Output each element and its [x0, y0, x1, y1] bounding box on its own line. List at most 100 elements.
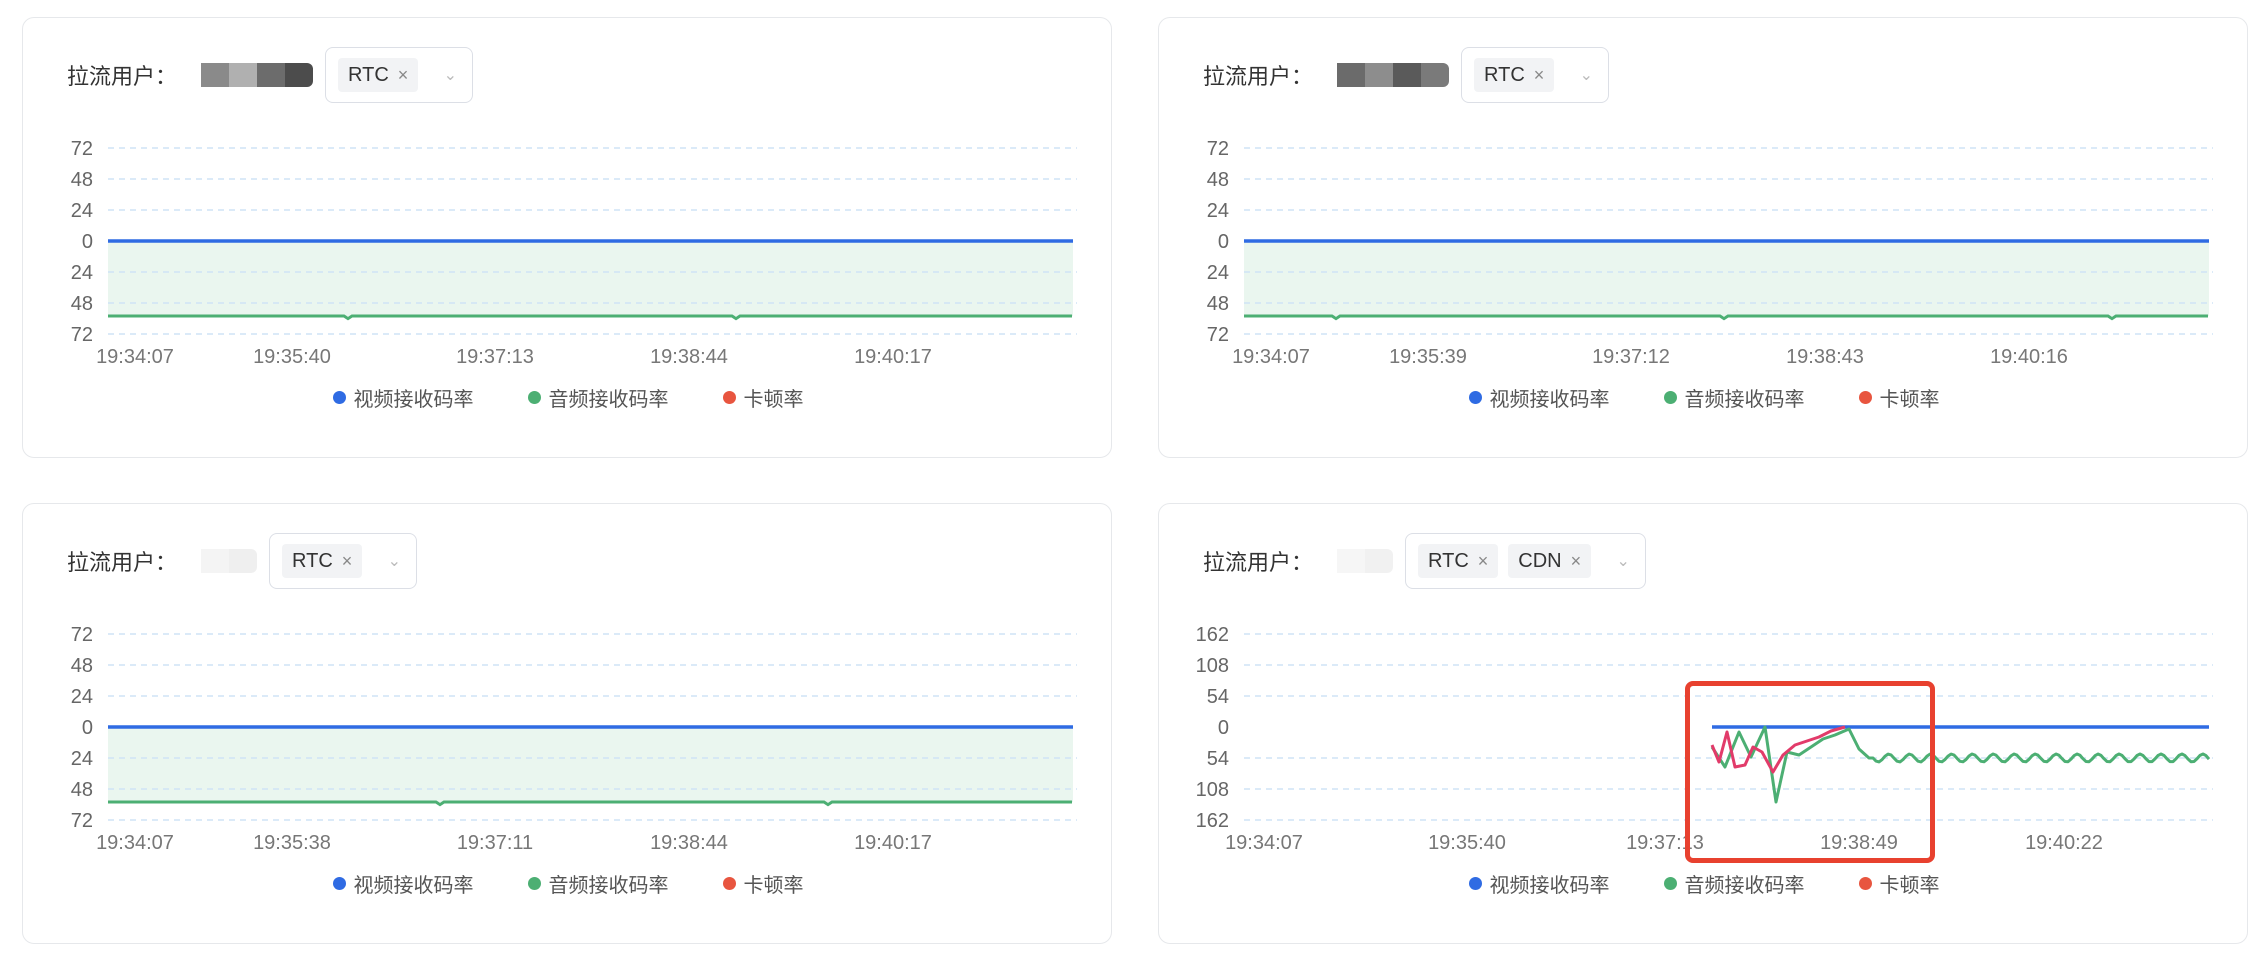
x-tick-label: 19:35:38 [253, 832, 331, 854]
selected-tag: RTC × [1418, 544, 1499, 578]
chart-legend: 视频接收码率 音频接收码率 卡顿率 [23, 869, 1113, 898]
mask-block [1393, 63, 1422, 87]
legend-item[interactable]: 视频接收码率 [332, 869, 474, 898]
y-tick-label: 24 [1207, 200, 1229, 222]
chevron-down-icon[interactable]: ⌄ [1576, 65, 1596, 85]
x-tick-label: 19:34:07 [96, 346, 174, 368]
legend-label: 音频接收码率 [1684, 389, 1805, 411]
mask-block [257, 63, 286, 87]
series-line-audio [108, 314, 1072, 321]
legend-item[interactable]: 视频接收码率 [332, 383, 474, 412]
tag-label: RTC [348, 63, 389, 86]
x-tick-label: 19:34:07 [1225, 832, 1303, 854]
chart-legend: 视频接收码率 音频接收码率 卡顿率 [1159, 869, 2249, 898]
legend-dot-icon [1663, 391, 1677, 404]
legend-dot-icon [527, 391, 541, 404]
x-tick-label: 19:40:17 [854, 346, 932, 368]
masked-user-id [1337, 549, 1394, 573]
y-tick-label: 0 [1218, 717, 1229, 739]
x-tick-label: 19:38:44 [650, 346, 728, 368]
y-tick-label: 24 [1207, 262, 1229, 284]
y-tick-label: 72 [71, 624, 93, 646]
mask-block [285, 63, 314, 87]
legend-item[interactable]: 音频接收码率 [527, 383, 669, 412]
line-chart: 724824024487219:34:07 19:35:38 19:37:11 19:… [71, 624, 1077, 854]
legend-item[interactable]: 视频接收码率 [1468, 869, 1610, 898]
chart-legend: 视频接收码率 音频接收码率 卡顿率 [1159, 383, 2249, 412]
chevron-down-icon[interactable]: ⌄ [440, 65, 460, 85]
mask-block [1337, 63, 1366, 87]
line-chart: 724824024487219:34:07 19:35:40 19:37:13 19:… [71, 138, 1077, 368]
y-tick-label: 24 [71, 686, 93, 708]
y-tick-label: 72 [1207, 324, 1229, 346]
legend-item[interactable]: 卡顿率 [722, 383, 804, 412]
legend-dot-icon [1663, 877, 1677, 890]
mask-block [1365, 549, 1394, 573]
legend-label: 卡顿率 [743, 875, 804, 897]
masked-user-id [1337, 63, 1450, 87]
chart-card-3: 拉流用户： RTC × ⌄ 72 48 24 0 24 48 72 19:34:07 19:35:3… [22, 503, 1112, 944]
chevron-down-icon[interactable]: ⌄ [1613, 551, 1633, 571]
protocol-select[interactable]: RTC × CDN × ⌄ [1405, 533, 1647, 589]
series-area [108, 241, 1073, 316]
protocol-select[interactable]: RTC × ⌄ [1461, 47, 1610, 103]
legend-dot-icon [1468, 877, 1482, 890]
series-line-audio [108, 800, 1072, 807]
y-tick-label: 162 [1196, 810, 1229, 832]
close-icon[interactable]: × [1534, 65, 1545, 86]
legend-item[interactable]: 卡顿率 [1858, 869, 1940, 898]
y-tick-label: 24 [71, 262, 93, 284]
close-icon[interactable]: × [1478, 551, 1489, 572]
legend-dot-icon [722, 877, 736, 890]
close-icon[interactable]: × [398, 65, 409, 86]
card-header: 拉流用户： RTC × ⌄ [1203, 46, 1610, 104]
selected-tag: RTC × [338, 58, 419, 92]
chart-legend: 视频接收码率 音频接收码率 卡顿率 [23, 383, 1113, 412]
legend-dot-icon [1858, 877, 1872, 890]
legend-label: 卡顿率 [1879, 389, 1940, 411]
chevron-down-icon[interactable]: ⌄ [384, 551, 404, 571]
series-line-audio [1244, 314, 2208, 321]
mask-block [201, 63, 230, 87]
x-tick-label: 19:34:07 [96, 832, 174, 854]
chart-card-1: 拉流用户： RTC × ⌄ 72 48 24 0 24 48 72 19:34:07 19:35:4… [22, 17, 1112, 458]
legend-label: 视频接收码率 [353, 389, 474, 411]
mask-block [1421, 63, 1450, 87]
y-tick-label: 48 [1207, 169, 1229, 191]
legend-label: 音频接收码率 [548, 389, 669, 411]
y-tick-label: 0 [82, 717, 93, 739]
x-tick-label: 19:40:17 [854, 832, 932, 854]
mask-block [229, 549, 258, 573]
y-tick-label: 48 [71, 655, 93, 677]
legend-item[interactable]: 音频接收码率 [1663, 383, 1805, 412]
tag-label: RTC [292, 549, 333, 572]
y-tick-label: 162 [1196, 624, 1229, 646]
legend-item[interactable]: 视频接收码率 [1468, 383, 1610, 412]
y-tick-label: 48 [1207, 293, 1229, 315]
line-chart: 724824024487219:34:07 19:35:39 19:37:12 19:… [1207, 138, 2213, 368]
y-tick-label: 54 [1207, 748, 1229, 770]
legend-item[interactable]: 音频接收码率 [1663, 869, 1805, 898]
protocol-select[interactable]: RTC × ⌄ [325, 47, 474, 103]
x-tick-label: 19:34:07 [1232, 346, 1310, 368]
close-icon[interactable]: × [1571, 551, 1582, 572]
x-tick-label: 19:37:12 [1592, 346, 1670, 368]
tag-label: CDN [1518, 549, 1562, 572]
legend-dot-icon [1468, 391, 1482, 404]
legend-label: 卡顿率 [743, 389, 804, 411]
legend-dot-icon [332, 391, 346, 404]
protocol-select[interactable]: RTC × ⌄ [269, 533, 418, 589]
pull-user-label: 拉流用户： [67, 64, 178, 89]
legend-item[interactable]: 音频接收码率 [527, 869, 669, 898]
x-tick-label: 19:40:16 [1990, 346, 2068, 368]
legend-item[interactable]: 卡顿率 [1858, 383, 1940, 412]
legend-item[interactable]: 卡顿率 [722, 869, 804, 898]
y-tick-label: 0 [82, 231, 93, 253]
mask-block [201, 549, 230, 573]
pull-user-label: 拉流用户： [1203, 550, 1314, 575]
y-tick-label: 48 [71, 293, 93, 315]
close-icon[interactable]: × [342, 551, 353, 572]
x-tick-label: 19:37:13 [456, 346, 534, 368]
legend-dot-icon [722, 391, 736, 404]
selected-tag: RTC × [282, 544, 363, 578]
